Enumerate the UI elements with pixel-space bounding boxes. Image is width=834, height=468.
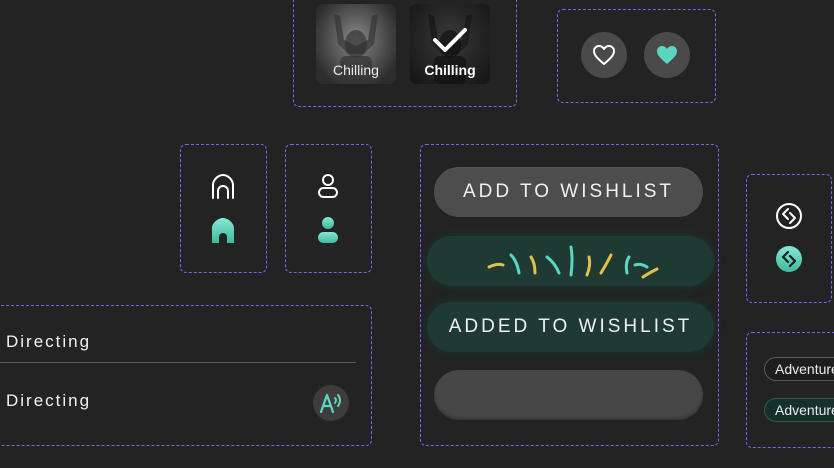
thumbnail-card[interactable]: Chilling [316, 4, 396, 84]
add-to-wishlist-label: ADD TO WISHLIST [462, 181, 675, 202]
divider [0, 362, 356, 363]
home-icon-group [180, 144, 267, 273]
directing-row[interactable]: Directing [6, 391, 91, 411]
add-to-wishlist-button[interactable]: ADD TO WISHLIST [434, 167, 703, 217]
directing-row[interactable]: Directing [6, 332, 91, 352]
user-filled-icon[interactable] [314, 215, 342, 245]
heart-filled-icon [657, 46, 677, 64]
user-icon-group [285, 144, 372, 273]
thumbnail-card-selected[interactable]: Chilling [410, 4, 490, 84]
user-outline-icon[interactable] [314, 172, 342, 200]
home-outline-icon[interactable] [209, 172, 237, 200]
genre-chip-selected[interactable]: Adventure [764, 398, 834, 422]
thumbnail-label: Chilling [424, 62, 476, 78]
favorite-button[interactable] [581, 32, 627, 78]
share-outline-icon[interactable] [775, 202, 803, 230]
confetti-icon [487, 245, 658, 279]
share-icon-group [746, 174, 832, 303]
heart-outline-icon [593, 45, 615, 65]
share-filled-icon[interactable] [775, 245, 803, 273]
genre-chip[interactable]: Adventure [764, 357, 834, 381]
checkmark-icon [433, 28, 467, 52]
wishlist-confetti-button[interactable] [427, 236, 714, 286]
thumbnail-label: Chilling [333, 62, 379, 78]
added-to-wishlist-button[interactable]: ADDED TO WISHLIST [427, 302, 714, 352]
favorite-button-active[interactable] [644, 32, 690, 78]
chip-group [746, 332, 834, 448]
home-filled-icon[interactable] [209, 216, 237, 244]
wishlist-loading-button[interactable] [434, 370, 703, 420]
directing-list-group [0, 305, 372, 446]
added-to-wishlist-label: ADDED TO WISHLIST [448, 316, 693, 337]
text-to-speech-button[interactable] [313, 385, 349, 421]
text-to-speech-icon [319, 393, 341, 414]
